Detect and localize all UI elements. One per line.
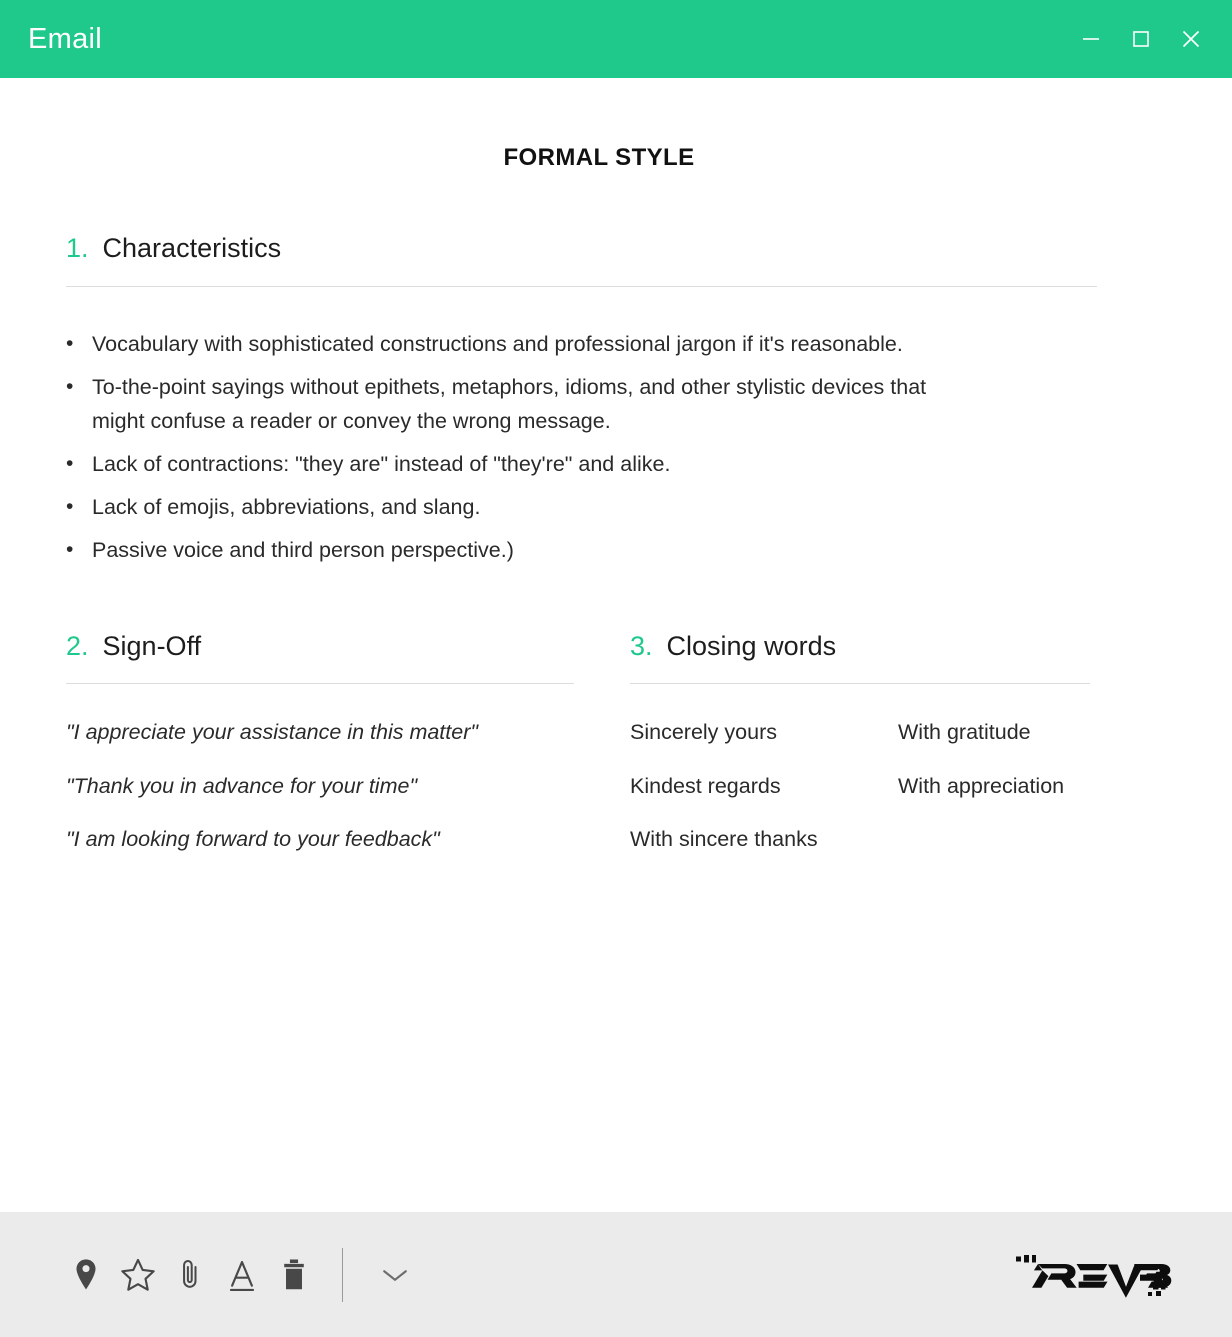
- footer-tool-group: [60, 1247, 421, 1302]
- bullet-marker-icon: •: [66, 452, 74, 476]
- chevron-down-icon: [383, 1269, 407, 1281]
- signoff-list: "I appreciate your assistance in this ma…: [66, 722, 630, 851]
- section-title: Closing words: [666, 630, 837, 661]
- list-item: "I appreciate your assistance in this ma…: [66, 720, 479, 745]
- list-item: • Passive voice and third person perspec…: [66, 533, 946, 568]
- closing-words-column-one: Sincerely yours Kindest regards With sin…: [630, 722, 898, 883]
- characteristics-list: • Vocabulary with sophisticated construc…: [66, 327, 1166, 568]
- location-pin-icon: [76, 1258, 96, 1289]
- attach-button[interactable]: [164, 1249, 216, 1301]
- section-heading-signoff: 2. Sign-Off: [66, 630, 630, 662]
- section-heading-closing-words: 3. Closing words: [630, 630, 1166, 662]
- maximize-button[interactable]: [1124, 22, 1158, 56]
- list-item-text: Lack of contractions: "they are" instead…: [92, 452, 671, 477]
- section-divider: [66, 683, 574, 685]
- list-item: • Lack of emojis, abbreviations, and sla…: [66, 490, 946, 525]
- section-number: 3.: [630, 630, 653, 661]
- email-footer-toolbar: [0, 1212, 1232, 1337]
- window-titlebar: Email: [0, 0, 1232, 78]
- list-item: Sincerely yours: [630, 720, 777, 745]
- closing-words-grid: Sincerely yours Kindest regards With sin…: [630, 722, 1166, 883]
- section-title: Characteristics: [102, 233, 282, 263]
- window-controls: [1074, 22, 1214, 56]
- list-item: "Thank you in advance for your time": [66, 773, 418, 798]
- minimize-icon: [1083, 38, 1099, 40]
- closing-words-column: 3. Closing words Sincerely yours Kindest…: [630, 630, 1166, 883]
- list-item: • To-the-point sayings without epithets,…: [66, 370, 946, 440]
- star-button[interactable]: [112, 1249, 164, 1301]
- bullet-marker-icon: •: [66, 495, 74, 518]
- list-item-text: Vocabulary with sophisticated constructi…: [92, 331, 903, 356]
- email-document-body: FORMAL STYLE 1. Characteristics • Vocabu…: [0, 78, 1232, 1212]
- list-item: • Lack of contractions: "they are" inste…: [66, 447, 946, 482]
- toolbar-divider: [342, 1247, 343, 1302]
- signoff-column: 2. Sign-Off "I appreciate your assistanc…: [66, 630, 630, 883]
- bullet-marker-icon: •: [66, 331, 74, 355]
- list-item: With appreciation: [898, 773, 1065, 798]
- section-number: 1.: [66, 233, 89, 263]
- list-item-text: Passive voice and third person perspecti…: [92, 537, 514, 562]
- location-button[interactable]: [60, 1249, 112, 1301]
- section-divider: [630, 683, 1090, 685]
- paperclip-icon: [183, 1259, 197, 1288]
- star-icon: [121, 1258, 155, 1291]
- section-divider: [66, 285, 1097, 287]
- reverb-logo-icon: [1016, 1254, 1172, 1298]
- list-item: With sincere thanks: [630, 827, 818, 852]
- bullet-marker-icon: •: [66, 374, 74, 398]
- minimize-button[interactable]: [1074, 22, 1108, 56]
- list-item: • Vocabulary with sophisticated construc…: [66, 327, 946, 362]
- delete-button[interactable]: [268, 1249, 320, 1301]
- more-options-button[interactable]: [369, 1249, 421, 1301]
- section-heading-characteristics: 1. Characteristics: [66, 233, 1166, 264]
- section-title: Sign-Off: [102, 630, 202, 661]
- window-title: Email: [28, 22, 103, 55]
- list-item: "I am looking forward to your feedback": [66, 827, 440, 852]
- list-item-text: Lack of emojis, abbreviations, and slang…: [92, 495, 481, 519]
- page-title: FORMAL STYLE: [503, 144, 695, 171]
- list-item: Kindest regards: [630, 773, 781, 798]
- text-format-icon: [229, 1260, 255, 1291]
- text-format-button[interactable]: [216, 1249, 268, 1301]
- bullet-marker-icon: •: [66, 537, 74, 561]
- signoff-closing-columns: 2. Sign-Off "I appreciate your assistanc…: [66, 630, 1166, 883]
- reverb-logo: [1014, 1247, 1180, 1303]
- list-item: With gratitude: [898, 720, 1031, 745]
- list-item-text: To-the-point sayings without epithets, m…: [92, 374, 927, 434]
- trash-icon: [284, 1258, 304, 1289]
- section-number: 2.: [66, 630, 89, 661]
- close-button[interactable]: [1174, 22, 1208, 56]
- closing-words-column-two: With gratitude With appreciation: [898, 722, 1166, 883]
- email-window: Email FORMAL STYLE 1. Characteristics • …: [0, 0, 1232, 1337]
- maximize-icon: [1133, 31, 1149, 47]
- close-icon: [1182, 30, 1200, 48]
